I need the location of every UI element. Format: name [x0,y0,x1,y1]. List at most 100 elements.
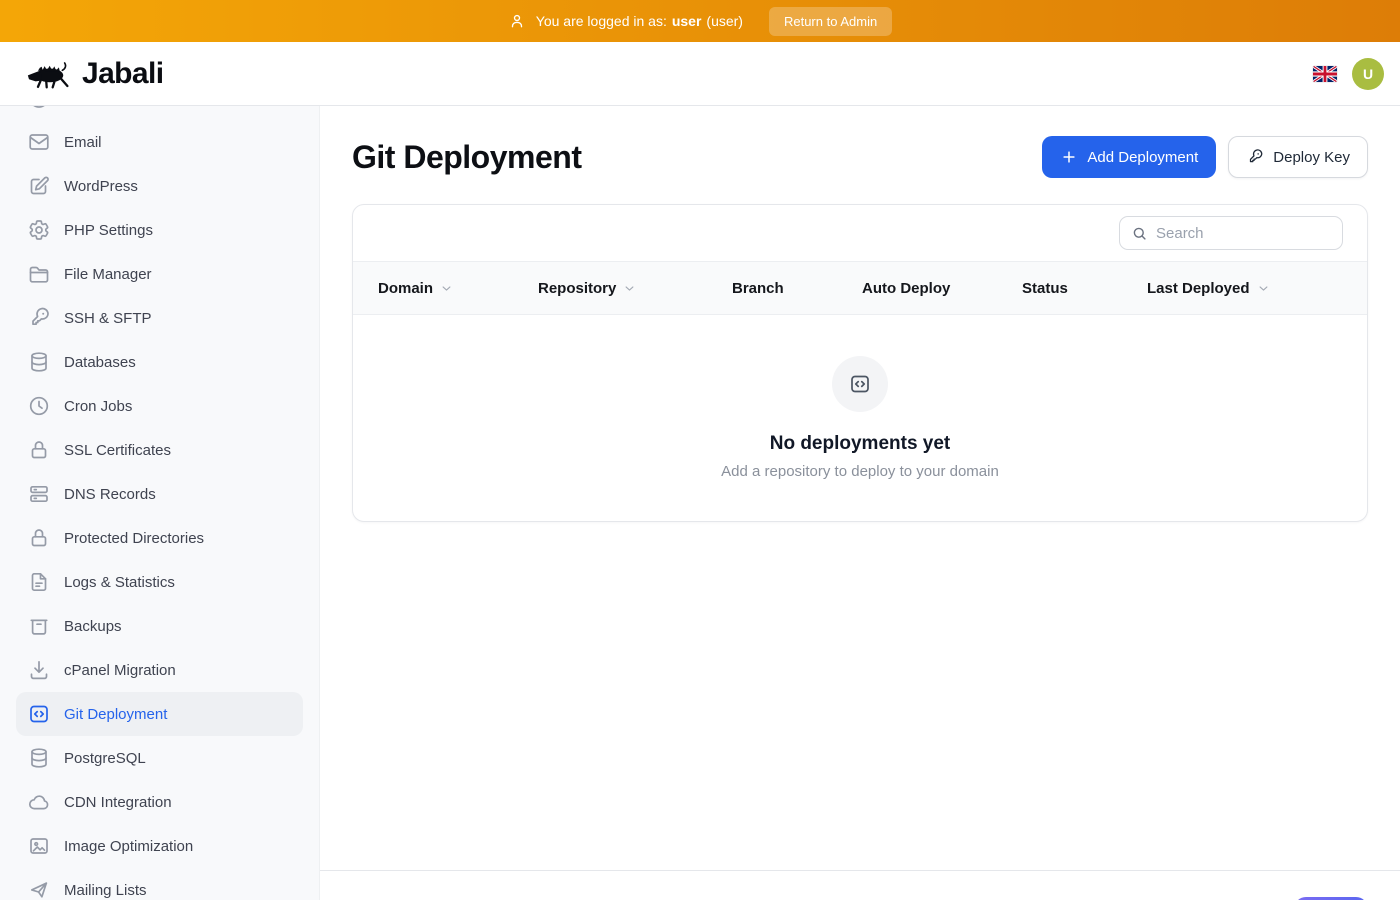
user-icon [508,12,526,30]
sidebar-item-label: cPanel Migration [64,662,176,679]
brand: Jabali [26,57,163,91]
cloud-icon [27,790,51,814]
sidebar-item-protected-directories[interactable]: Protected Directories [16,516,303,560]
search-icon [1131,225,1148,242]
sidebar-item-label: SSH & SFTP [64,310,152,327]
lock-icon [27,526,51,550]
table-header-row: Domain Repository Branch Auto Deploy Sta… [353,261,1367,315]
deployments-card: Domain Repository Branch Auto Deploy Sta… [352,204,1368,522]
image-icon [27,834,51,858]
database-icon [27,350,51,374]
column-header-branch: Branch [732,280,862,297]
column-header-label: Status [1022,280,1068,297]
column-header-label: Branch [732,280,784,297]
sidebar-item-logs-statistics[interactable]: Logs & Statistics [16,560,303,604]
sidebar-item-label: WordPress [64,178,138,195]
clock-icon [27,394,51,418]
sidebar-item-cpanel-migration[interactable]: cPanel Migration [16,648,303,692]
column-header-status: Status [1022,280,1147,297]
search-box [1119,216,1343,250]
sidebar-item-label: PostgreSQL [64,750,146,767]
plus-icon [1060,148,1078,166]
column-header-label: Repository [538,280,616,297]
sidebar-item-label: Email [64,134,102,151]
sidebar-item-cdn-integration[interactable]: CDN Integration [16,780,303,824]
sidebar-item-email[interactable]: Email [16,120,303,164]
search-input[interactable] [1156,225,1331,242]
column-header-label: Domain [378,280,433,297]
sidebar-item-hidden[interactable] [16,106,303,120]
key-icon [27,306,51,330]
sidebar-item-postgresql[interactable]: PostgreSQL [16,736,303,780]
column-header-repository[interactable]: Repository [538,280,732,297]
login-role: (user) [706,13,743,29]
page-title: Git Deployment [352,139,581,176]
sidebar-item-label: Backups [64,618,122,635]
folder-icon [27,262,51,286]
sidebar-item-databases[interactable]: Databases [16,340,303,384]
download-icon [27,658,51,682]
sidebar: Email WordPress PHP Settings File Manage… [0,106,320,900]
lock-icon [27,438,51,462]
sidebar-item-file-manager[interactable]: File Manager [16,252,303,296]
avatar[interactable]: U [1352,58,1384,90]
login-status-prefix: You are logged in as: [536,13,667,29]
column-header-label: Last Deployed [1147,280,1250,297]
add-deployment-button[interactable]: Add Deployment [1042,136,1216,178]
sidebar-item-cron-jobs[interactable]: Cron Jobs [16,384,303,428]
sidebar-item-label: Databases [64,354,136,371]
sidebar-item-mailing-lists[interactable]: Mailing Lists [16,868,303,900]
brand-name: Jabali [82,57,163,91]
chevron-down-icon [439,281,454,296]
gear-icon [27,218,51,242]
app-header: Jabali U [0,42,1400,106]
sidebar-item-label: PHP Settings [64,222,153,239]
sidebar-nav: Email WordPress PHP Settings File Manage… [0,106,319,900]
sidebar-item-php-settings[interactable]: PHP Settings [16,208,303,252]
login-username: user [672,13,702,29]
sidebar-item-ssl-certificates[interactable]: SSL Certificates [16,428,303,472]
uk-flag-icon[interactable] [1313,66,1337,82]
code-icon [27,702,51,726]
database-icon [27,746,51,770]
sidebar-item-label: Cron Jobs [64,398,132,415]
column-header-label: Auto Deploy [862,280,950,297]
sidebar-item-backups[interactable]: Backups [16,604,303,648]
footer: Jabali Panel GitHub · © 2026 Jabali v2.0… [320,870,1400,900]
sidebar-item-dns-records[interactable]: DNS Records [16,472,303,516]
sidebar-item-image-optimization[interactable]: Image Optimization [16,824,303,868]
version-badge: v2.0-rc42 [1294,897,1368,900]
sidebar-item-label: Mailing Lists [64,882,147,899]
empty-state: No deployments yet Add a repository to d… [353,315,1367,521]
sidebar-item-label: Image Optimization [64,838,193,855]
sidebar-item-label: Logs & Statistics [64,574,175,591]
column-header-domain[interactable]: Domain [378,280,538,297]
send-icon [27,878,51,900]
boar-logo-icon [26,57,72,91]
return-to-admin-button[interactable]: Return to Admin [769,7,892,36]
sidebar-item-label: SSL Certificates [64,442,171,459]
code-icon [848,372,872,396]
sidebar-item-label: Protected Directories [64,530,204,547]
sidebar-item-label: CDN Integration [64,794,172,811]
sidebar-item-ssh-sftp[interactable]: SSH & SFTP [16,296,303,340]
mail-icon [27,130,51,154]
chevron-down-icon [1256,281,1271,296]
empty-state-circle [832,356,888,412]
edit-icon [27,174,51,198]
sidebar-item-wordpress[interactable]: WordPress [16,164,303,208]
empty-state-subtitle: Add a repository to deploy to your domai… [721,463,999,480]
key-icon [1246,148,1264,166]
sidebar-item-label: Git Deployment [64,706,167,723]
deploy-key-button[interactable]: Deploy Key [1228,136,1368,178]
column-header-last-deployed[interactable]: Last Deployed [1147,280,1342,297]
sidebar-item-label: DNS Records [64,486,156,503]
server-icon [27,482,51,506]
empty-state-title: No deployments yet [770,433,951,455]
admin-topbar: You are logged in as: user (user) Return… [0,0,1400,42]
document-icon [27,570,51,594]
circle-icon [27,106,51,110]
main-content: Git Deployment Add Deployment Deploy Key [320,106,1400,900]
chevron-down-icon [622,281,637,296]
sidebar-item-git-deployment[interactable]: Git Deployment [16,692,303,736]
